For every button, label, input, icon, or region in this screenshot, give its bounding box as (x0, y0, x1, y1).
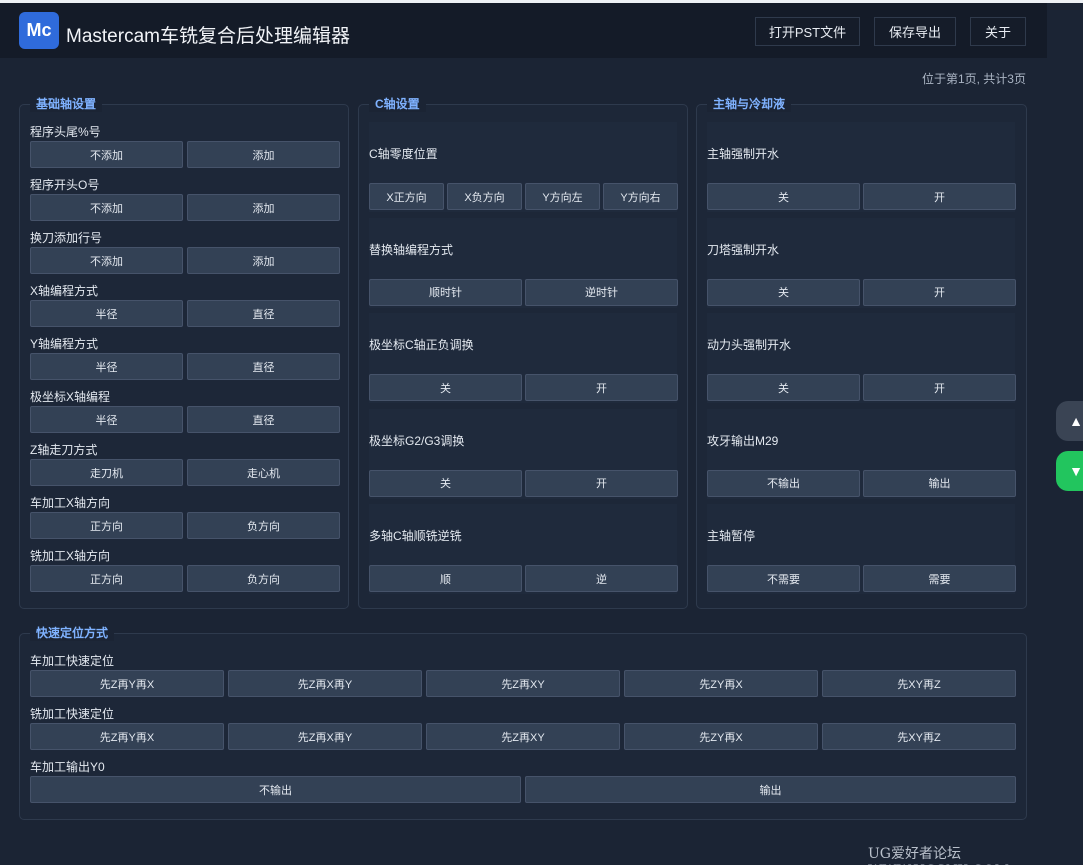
app-title: Mastercam车铣复合后处理编辑器 (66, 26, 350, 47)
option-button[interactable]: 先Z再XY (426, 670, 620, 697)
option-button[interactable]: 添加 (187, 141, 340, 168)
option-button[interactable]: 正方向 (30, 565, 183, 592)
option-button[interactable]: 不输出 (30, 776, 521, 803)
setting-label: Z轴走刀方式 (30, 443, 98, 457)
scroll-up-button[interactable]: ▲ (1056, 401, 1083, 441)
option-button[interactable]: 逆 (525, 565, 678, 592)
setting-label: 主轴强制开水 (707, 147, 780, 161)
setting-label: 刀塔强制开水 (707, 242, 780, 257)
watermark: UG爱好者论坛 WWW.UGSNX.COM (868, 846, 1009, 865)
rapid-positioning-panel: 快速定位方式 车加工快速定位先Z再Y再X 先Z再X再Y 先Z再XY 先ZY再X 先XY再… (19, 626, 1027, 820)
option-button[interactable]: 走心机 (187, 459, 340, 486)
option-button[interactable]: 走刀机 (30, 459, 183, 486)
option-button[interactable]: 正方向 (30, 512, 183, 539)
setting-label: 车加工输出Y0 (30, 760, 105, 774)
setting-label: 多轴C轴顺铣逆铣 (369, 529, 462, 543)
basic-axis-panel: 基础轴设置 程序头尾%号 不添加 添加 程序开头O号 不添加 添加 换刀添加行号 不添加 添加 X… (19, 97, 349, 609)
setting-label: X轴编程方式 (30, 284, 99, 298)
option-button[interactable]: X正方向 (369, 183, 444, 210)
setting-label: 程序头尾%号 (30, 125, 101, 139)
option-button[interactable]: 先ZY再X (624, 670, 818, 697)
option-button[interactable]: 直径 (187, 353, 340, 380)
setting-label: 极坐标G2/G3调换 (369, 433, 465, 448)
setting-label: C轴零度位置 (369, 147, 438, 161)
save-export-button[interactable]: 保存导出 (874, 17, 956, 46)
option-button[interactable]: 先Z再X再Y (228, 670, 422, 697)
option-button[interactable]: 不输出 (707, 469, 860, 497)
about-button[interactable]: 关于 (970, 17, 1026, 46)
option-button[interactable]: 顺时针 (369, 278, 522, 306)
option-button[interactable]: 添加 (187, 194, 340, 221)
setting-label: 车加工X轴方向 (30, 496, 111, 510)
page-indicator: 位于第1页, 共计3页 (921, 72, 1026, 86)
app-logo: Mc (19, 12, 59, 49)
option-button[interactable]: 关 (369, 374, 522, 401)
setting-label: 动力头强制开水 (707, 338, 792, 352)
option-button[interactable]: 先XY再Z (822, 670, 1016, 697)
c-axis-legend: C轴设置 (369, 97, 426, 112)
setting-label: 极坐标X轴编程 (30, 390, 111, 404)
option-button[interactable]: 关 (707, 183, 860, 210)
option-button[interactable]: 需要 (863, 565, 1016, 592)
option-button[interactable]: Y方向左 (525, 183, 600, 210)
option-button[interactable]: 输出 (863, 469, 1016, 497)
option-button[interactable]: 半径 (30, 406, 183, 433)
setting-label: 铣加工X轴方向 (30, 549, 111, 563)
option-button[interactable]: 顺 (369, 565, 522, 592)
c-axis-panel: C轴设置 C轴零度位置 X正方向 X负方向 Y方向左 Y方向右替换轴编程方式顺时针 逆时针… (358, 97, 688, 609)
option-button[interactable]: 先ZY再X (624, 723, 818, 750)
option-button[interactable]: 输出 (525, 776, 1016, 803)
option-button[interactable]: 不需要 (707, 565, 860, 592)
setting-label: 攻牙输出M29 (707, 433, 779, 448)
option-button[interactable]: 关 (707, 374, 860, 401)
app-header: Mc Mastercam车铣复合后处理编辑器 打开PST文件 保存导出 关于 (0, 3, 1047, 58)
option-button[interactable]: 负方向 (187, 565, 340, 592)
setting-label: 极坐标C轴正负调换 (369, 338, 474, 352)
option-button[interactable]: 开 (525, 469, 678, 497)
option-button[interactable]: 开 (863, 278, 1016, 306)
option-button[interactable]: 先Z再XY (426, 723, 620, 750)
setting-label: 铣加工快速定位 (30, 707, 115, 721)
setting-label: 主轴暂停 (707, 529, 756, 543)
rapid-positioning-legend: 快速定位方式 (30, 626, 115, 641)
setting-label: 替换轴编程方式 (369, 242, 454, 257)
option-button[interactable]: 关 (707, 278, 860, 306)
option-button[interactable]: 添加 (187, 247, 340, 274)
option-button[interactable]: 开 (863, 183, 1016, 210)
option-button[interactable]: 逆时针 (525, 278, 678, 306)
scroll-down-button[interactable]: ▼ (1056, 451, 1083, 491)
option-button[interactable]: 直径 (187, 300, 340, 327)
option-button[interactable]: 负方向 (187, 512, 340, 539)
option-button[interactable]: 半径 (30, 300, 183, 327)
setting-label: 换刀添加行号 (30, 231, 103, 245)
setting-label: Y轴编程方式 (30, 337, 99, 351)
setting-label: 车加工快速定位 (30, 654, 115, 668)
option-button[interactable]: 先Z再Y再X (30, 723, 224, 750)
option-button[interactable]: 半径 (30, 353, 183, 380)
option-button[interactable]: 开 (863, 374, 1016, 401)
basic-axis-legend: 基础轴设置 (30, 97, 103, 112)
spindle-coolant-legend: 主轴与冷却液 (707, 97, 792, 112)
option-button[interactable]: 直径 (187, 406, 340, 433)
option-button[interactable]: 不添加 (30, 194, 183, 221)
setting-label: 程序开头O号 (30, 178, 100, 192)
option-button[interactable]: 不添加 (30, 247, 183, 274)
option-button[interactable]: 开 (525, 374, 678, 401)
spindle-coolant-panel: 主轴与冷却液 主轴强制开水关开刀塔强制开水关开动力头强制开水关开攻牙输出M29 不… (696, 97, 1027, 609)
option-button[interactable]: 关 (369, 469, 522, 497)
option-button[interactable]: Y方向右 (603, 183, 678, 210)
option-button[interactable]: 不添加 (30, 141, 183, 168)
option-button[interactable]: X负方向 (447, 183, 522, 210)
option-button[interactable]: 先Z再X再Y (228, 723, 422, 750)
option-button[interactable]: 先XY再Z (822, 723, 1016, 750)
option-button[interactable]: 先Z再Y再X (30, 670, 224, 697)
open-pst-button[interactable]: 打开PST文件 (755, 17, 860, 46)
